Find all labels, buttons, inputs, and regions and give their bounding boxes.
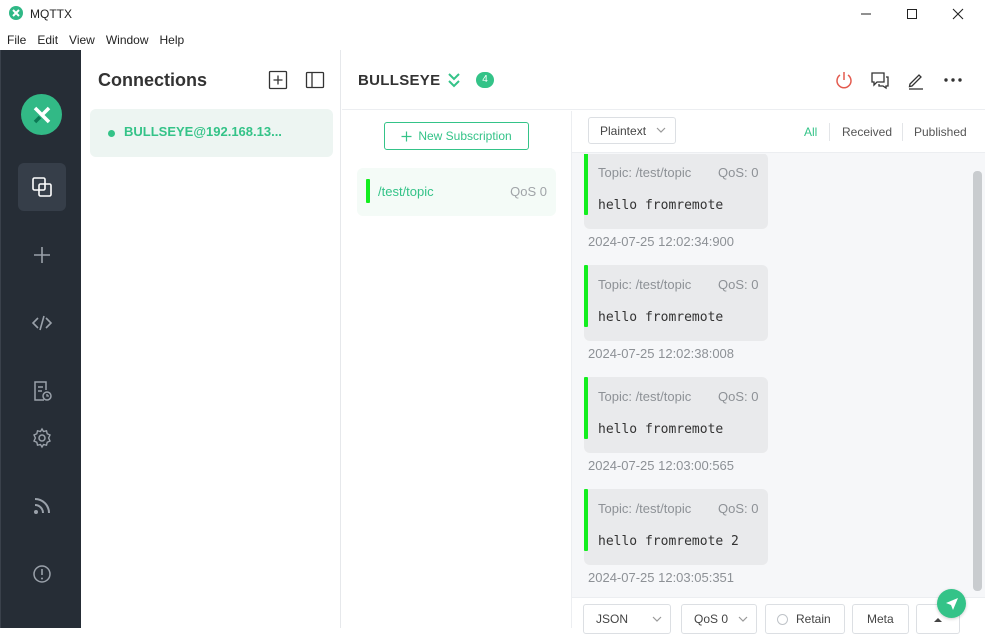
message-color-bar bbox=[584, 265, 588, 327]
new-subscription-label: New Subscription bbox=[418, 129, 512, 143]
minimize-button[interactable] bbox=[843, 0, 889, 28]
caret-up-icon bbox=[934, 618, 942, 622]
disconnect-power-icon[interactable] bbox=[832, 68, 856, 92]
message-color-bar bbox=[584, 489, 588, 551]
more-options-icon[interactable] bbox=[941, 68, 965, 92]
retain-radio[interactable] bbox=[777, 614, 788, 625]
about-info-icon[interactable] bbox=[26, 558, 58, 590]
connection-item[interactable]: BULLSEYE@192.168.13... bbox=[90, 109, 333, 157]
publish-qos-value: QoS 0 bbox=[694, 612, 729, 626]
window-title: MQTTX bbox=[30, 7, 72, 21]
menu-window[interactable]: Window bbox=[99, 33, 153, 47]
meta-label: Meta bbox=[867, 612, 894, 626]
message-topic: Topic: /test/topic bbox=[598, 165, 692, 180]
message-time: 2024-07-25 12:02:38:008 bbox=[588, 346, 735, 361]
publish-format-select[interactable]: JSON bbox=[583, 604, 671, 634]
publish-qos-select[interactable]: QoS 0 bbox=[681, 604, 757, 634]
filter-received[interactable]: Received bbox=[842, 125, 892, 139]
subscription-qos: QoS 0 bbox=[510, 184, 547, 199]
retain-label: Retain bbox=[796, 612, 831, 626]
connection-label: BULLSEYE@192.168.13... bbox=[124, 124, 282, 139]
close-window-button[interactable] bbox=[935, 0, 981, 28]
topic-color-bar bbox=[366, 179, 370, 203]
new-connection-nav-icon[interactable] bbox=[26, 239, 58, 271]
message-qos: QoS: 0 bbox=[718, 277, 759, 292]
retain-toggle[interactable]: Retain bbox=[765, 604, 845, 634]
menu-help[interactable]: Help bbox=[153, 33, 189, 47]
send-button[interactable] bbox=[937, 589, 966, 618]
message-time: 2024-07-25 12:03:00:565 bbox=[588, 458, 735, 473]
edit-pencil-icon[interactable] bbox=[904, 68, 928, 92]
title-bar: MQTTX bbox=[0, 0, 985, 28]
message-payload: hello fromremote 2 bbox=[598, 534, 739, 549]
message-topic: Topic: /test/topic bbox=[598, 389, 692, 404]
meta-button[interactable]: Meta bbox=[852, 604, 909, 634]
message-qos: QoS: 0 bbox=[718, 389, 759, 404]
filter-divider bbox=[829, 123, 830, 141]
message-color-bar bbox=[584, 377, 588, 439]
message-bubble[interactable]: Topic: /test/topic QoS: 0 hello fromremo… bbox=[584, 377, 768, 453]
side-nav bbox=[0, 50, 81, 628]
message-topic: Topic: /test/topic bbox=[598, 277, 692, 292]
toggle-layout-icon[interactable] bbox=[305, 70, 325, 90]
app-logo-icon bbox=[9, 6, 23, 20]
publish-bar: JSON QoS 0 Retain Meta bbox=[572, 597, 985, 634]
subscriptions-column: New Subscription /test/topic QoS 0 bbox=[342, 111, 572, 628]
message-topic: Topic: /test/topic bbox=[598, 501, 692, 516]
subscription-count-badge: 4 bbox=[476, 72, 494, 88]
plus-icon bbox=[401, 131, 412, 141]
filter-all[interactable]: All bbox=[804, 125, 817, 139]
message-bubble[interactable]: Topic: /test/topic QoS: 0 hello fromremo… bbox=[584, 265, 768, 341]
connections-title: Connections bbox=[98, 70, 208, 90]
message-qos: QoS: 0 bbox=[718, 501, 759, 516]
subscription-topic: /test/topic bbox=[378, 184, 434, 199]
add-connection-icon[interactable] bbox=[268, 70, 288, 90]
chevron-down-icon bbox=[738, 616, 748, 622]
new-subscription-button[interactable]: New Subscription bbox=[384, 122, 529, 150]
script-nav-icon[interactable] bbox=[26, 307, 58, 339]
connection-header: BULLSEYE 4 bbox=[342, 50, 985, 110]
message-bubble[interactable]: Topic: /test/topic QoS: 0 hello fromremo… bbox=[584, 489, 768, 565]
connections-panel: Connections BULLSEYE@192.168.13... bbox=[81, 50, 341, 628]
message-payload: hello fromremote bbox=[598, 310, 724, 325]
menu-view[interactable]: View bbox=[62, 33, 99, 47]
send-icon bbox=[945, 597, 958, 610]
mqttx-logo-icon bbox=[21, 94, 62, 135]
menu-edit[interactable]: Edit bbox=[30, 33, 62, 47]
settings-gear-icon[interactable] bbox=[26, 422, 58, 454]
messages-toolbar: Plaintext All Received Published bbox=[572, 111, 985, 153]
message-color-bar bbox=[584, 154, 588, 215]
message-time: 2024-07-25 12:02:34:900 bbox=[588, 234, 735, 249]
menu-bar: File Edit View Window Help bbox=[0, 30, 188, 50]
chevron-down-icon bbox=[656, 127, 666, 133]
new-window-chat-icon[interactable] bbox=[868, 68, 892, 92]
payload-format-value: Plaintext bbox=[600, 124, 647, 138]
connection-name: BULLSEYE bbox=[358, 72, 441, 89]
maximize-button[interactable] bbox=[889, 0, 935, 28]
filter-published[interactable]: Published bbox=[914, 125, 967, 139]
payload-format-select[interactable]: Plaintext bbox=[588, 117, 676, 144]
menu-file[interactable]: File bbox=[0, 33, 30, 47]
connections-nav-icon[interactable] bbox=[26, 171, 58, 203]
subscribe-feed-icon[interactable] bbox=[26, 490, 58, 522]
message-payload: hello fromremote bbox=[598, 198, 724, 213]
message-payload: hello fromremote bbox=[598, 422, 724, 437]
collapse-chevrons-icon[interactable] bbox=[445, 71, 463, 89]
message-list: Topic: /test/topic QoS: 0 hello fromremo… bbox=[572, 154, 985, 597]
connection-status-dot bbox=[108, 130, 115, 137]
log-nav-icon[interactable] bbox=[26, 375, 58, 407]
publish-format-value: JSON bbox=[596, 612, 629, 626]
message-qos: QoS: 0 bbox=[718, 165, 759, 180]
filter-divider bbox=[902, 123, 903, 141]
message-bubble[interactable]: Topic: /test/topic QoS: 0 hello fromremo… bbox=[584, 154, 768, 229]
message-scrollbar[interactable] bbox=[973, 171, 982, 591]
message-time: 2024-07-25 12:03:05:351 bbox=[588, 570, 735, 585]
subscription-item[interactable]: /test/topic QoS 0 bbox=[357, 168, 556, 216]
messages-area: Plaintext All Received Published Topic: … bbox=[572, 111, 985, 634]
chevron-down-icon bbox=[652, 616, 662, 622]
